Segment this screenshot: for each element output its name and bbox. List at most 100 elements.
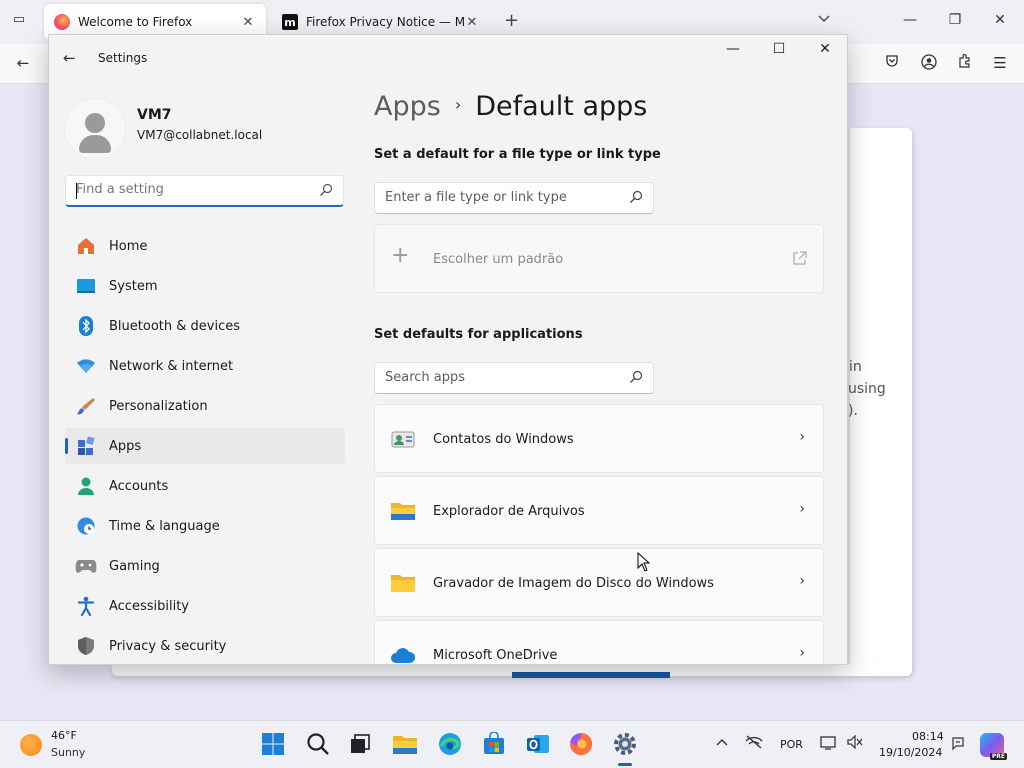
app-name: Microsoft OneDrive bbox=[433, 648, 558, 663]
sidebar-item-apps[interactable]: Apps bbox=[65, 428, 345, 464]
firefox-icon bbox=[54, 14, 70, 30]
settings-nav: Home System Bluetooth & devices Network … bbox=[65, 228, 345, 664]
app-row-onedrive[interactable]: Microsoft OneDrive › bbox=[374, 620, 824, 664]
find-setting-input[interactable] bbox=[76, 182, 306, 197]
choose-default-label: Escolher um padrão bbox=[433, 252, 564, 267]
input-language[interactable]: POR bbox=[780, 738, 803, 751]
file-type-search-box[interactable] bbox=[374, 182, 654, 214]
notification-icon[interactable] bbox=[948, 735, 968, 755]
search-icon bbox=[320, 183, 333, 196]
taskbar: 46°F Sunny POR 08:14 19/10/2024 PRE bbox=[0, 720, 1024, 768]
tab-title: Welcome to Firefox bbox=[78, 15, 193, 29]
sidebar-item-time-language[interactable]: Time & language bbox=[65, 508, 345, 544]
restore-icon[interactable]: ❐ bbox=[945, 12, 965, 28]
firefox-icon[interactable] bbox=[568, 731, 594, 757]
plus-icon: + bbox=[391, 243, 410, 268]
settings-window: ← Settings — ☐ ✕ VM7 VM7@collabnet.local… bbox=[48, 34, 848, 665]
edge-icon[interactable] bbox=[437, 731, 463, 757]
avatar[interactable] bbox=[65, 99, 125, 159]
pocket-icon[interactable] bbox=[881, 54, 903, 72]
breadcrumb-parent[interactable]: Apps bbox=[374, 91, 441, 122]
chevron-up-icon[interactable] bbox=[712, 735, 732, 750]
windows-start-icon[interactable] bbox=[260, 731, 286, 757]
chevron-right-icon: › bbox=[799, 645, 805, 661]
brush-icon bbox=[75, 395, 97, 417]
menu-icon[interactable]: ☰ bbox=[989, 54, 1011, 72]
copilot-icon[interactable]: PRE bbox=[980, 733, 1007, 760]
app-row-explorador[interactable]: Explorador de Arquivos › bbox=[374, 476, 824, 545]
back-icon[interactable]: ← bbox=[63, 49, 76, 67]
extensions-icon[interactable] bbox=[953, 53, 975, 73]
chevron-right-icon: › bbox=[799, 573, 805, 589]
sidebar-item-bluetooth[interactable]: Bluetooth & devices bbox=[65, 308, 345, 344]
file-explorer-icon[interactable] bbox=[392, 731, 418, 757]
sidebar-item-home[interactable]: Home bbox=[65, 228, 345, 264]
main-content: Apps › Default apps Set a default for a fi… bbox=[374, 35, 847, 664]
mouse-cursor-icon bbox=[637, 552, 651, 572]
clock-time[interactable]: 08:14 bbox=[912, 730, 944, 743]
apps-search-box[interactable] bbox=[374, 362, 654, 394]
sun-icon[interactable] bbox=[20, 734, 42, 756]
settings-gear-icon[interactable] bbox=[612, 731, 638, 757]
account-icon[interactable] bbox=[918, 54, 940, 74]
shield-icon bbox=[75, 635, 97, 657]
sidebar-item-label: Accessibility bbox=[109, 598, 189, 614]
user-email: VM7@collabnet.local bbox=[137, 128, 263, 142]
open-external-icon bbox=[793, 251, 807, 265]
breadcrumb: Apps › Default apps bbox=[374, 91, 647, 122]
apps-search-input[interactable] bbox=[385, 370, 615, 385]
sidebar-item-label: Privacy & security bbox=[109, 638, 227, 654]
weather-condition[interactable]: Sunny bbox=[51, 746, 85, 759]
sidebar-item-accounts[interactable]: Accounts bbox=[65, 468, 345, 504]
sidebar-item-label: Network & internet bbox=[109, 358, 234, 374]
text-caret bbox=[76, 183, 77, 199]
sidebar-item-privacy[interactable]: Privacy & security bbox=[65, 628, 345, 664]
sidebar-item-network[interactable]: Network & internet bbox=[65, 348, 345, 384]
page-text-fragment: in bbox=[849, 359, 862, 375]
choose-default-button[interactable]: + Escolher um padrão bbox=[374, 224, 824, 293]
folder-icon bbox=[391, 503, 415, 520]
weather-temperature[interactable]: 46°F bbox=[51, 729, 77, 742]
window-title: Settings bbox=[98, 51, 148, 65]
file-type-search-input[interactable] bbox=[385, 190, 615, 205]
contacts-icon bbox=[391, 431, 415, 448]
new-tab-icon[interactable]: + bbox=[504, 10, 519, 31]
person-icon bbox=[75, 475, 97, 497]
page-text-fragment: using bbox=[848, 381, 886, 397]
bluetooth-icon bbox=[75, 315, 97, 337]
outlook-icon[interactable] bbox=[525, 731, 551, 757]
close-tab-icon[interactable]: ✕ bbox=[240, 15, 256, 30]
app-name: Gravador de Imagem do Disco do Windows bbox=[433, 576, 714, 591]
sidebar-item-label: System bbox=[109, 278, 158, 294]
app-row-gravador[interactable]: Gravador de Imagem do Disco do Windows › bbox=[374, 548, 824, 617]
chevron-down-icon[interactable] bbox=[818, 12, 830, 26]
back-icon[interactable]: ← bbox=[12, 54, 34, 72]
task-view-icon[interactable] bbox=[347, 731, 373, 757]
sidebar-item-label: Accounts bbox=[109, 478, 169, 494]
sidebar-item-label: Personalization bbox=[109, 398, 208, 414]
sidebar-item-label: Gaming bbox=[109, 558, 160, 574]
monitor-icon[interactable] bbox=[819, 735, 839, 755]
microsoft-store-icon[interactable] bbox=[481, 731, 507, 757]
section-title-file-type: Set a default for a file type or link ty… bbox=[374, 147, 661, 162]
preview-badge: PRE bbox=[989, 753, 1007, 760]
search-icon[interactable] bbox=[305, 731, 331, 757]
volume-muted-icon[interactable] bbox=[845, 734, 865, 753]
firefox-welcome-card bbox=[850, 128, 912, 672]
apps-icon bbox=[75, 435, 97, 457]
active-app-indicator bbox=[618, 763, 632, 766]
network-disconnected-icon[interactable] bbox=[744, 735, 764, 753]
minimize-icon[interactable]: — bbox=[900, 12, 920, 28]
close-tab-icon[interactable]: ✕ bbox=[464, 15, 480, 30]
clock-date[interactable]: 19/10/2024 bbox=[879, 746, 942, 759]
sidebar-item-gaming[interactable]: Gaming bbox=[65, 548, 345, 584]
app-row-contatos[interactable]: Contatos do Windows › bbox=[374, 404, 824, 473]
sidebar-item-accessibility[interactable]: Accessibility bbox=[65, 588, 345, 624]
find-setting-box[interactable] bbox=[65, 175, 344, 207]
sidebar-item-label: Home bbox=[109, 238, 148, 254]
list-all-tabs-icon[interactable]: ▭ bbox=[8, 12, 30, 32]
sidebar-item-personalization[interactable]: Personalization bbox=[65, 388, 345, 424]
sidebar-item-system[interactable]: System bbox=[65, 268, 345, 304]
close-icon[interactable]: ✕ bbox=[990, 12, 1010, 28]
tab-title: Firefox Privacy Notice — Mozill bbox=[306, 15, 464, 29]
